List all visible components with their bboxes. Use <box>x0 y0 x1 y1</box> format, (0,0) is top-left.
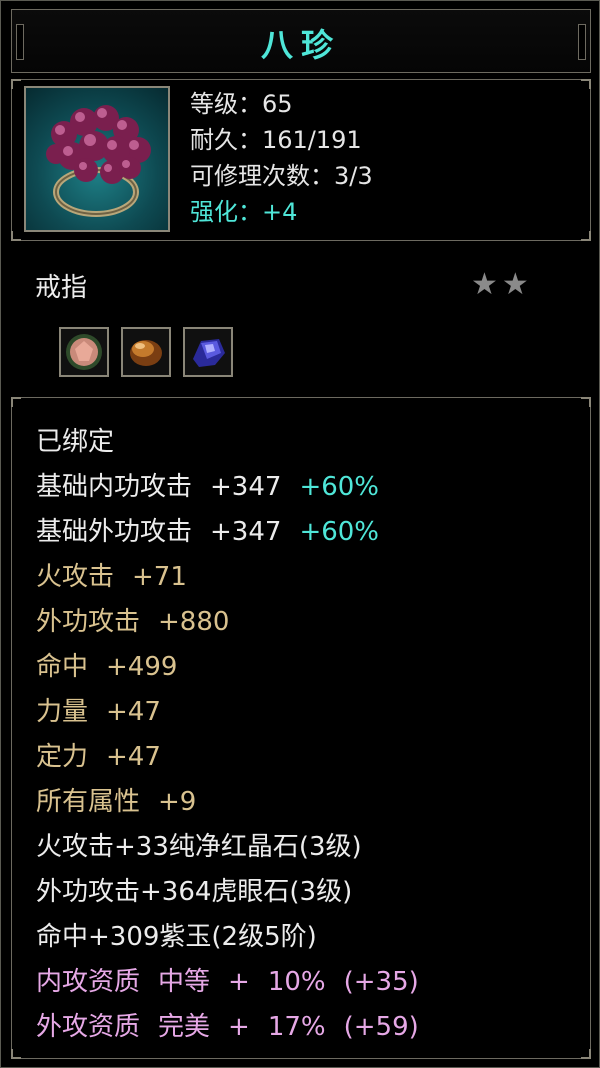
quality-percent: 17% <box>267 1012 326 1042</box>
attr-base-outer-attack: 基础外功攻击 +347 +60% <box>36 510 419 555</box>
attr-label: 基础内功攻击 <box>36 472 193 502</box>
info-panel: 等级：65 耐久：161/191 可修理次数：3/3 强化：+4 <box>11 79 591 241</box>
attribute-panel: 已绑定 基础内功攻击 +347 +60% 基础外功攻击 +347 +60% 火攻击 +71… <box>11 397 591 1059</box>
enhance-text: 强化：+4 <box>190 198 298 226</box>
title-bar: 八珍 <box>11 9 591 73</box>
quality-plus: + <box>228 1012 250 1042</box>
attr-bonus: +60% <box>299 472 380 502</box>
item-title: 八珍 <box>260 26 341 64</box>
quality-label: 外攻资质 <box>36 1012 141 1042</box>
attr-bonus: +60% <box>299 517 380 547</box>
corner-ornament <box>11 79 21 89</box>
attr-label: 力量 <box>36 697 89 727</box>
attr-label: 命中 <box>36 652 89 682</box>
attr-outer-attack: 外功攻击 +880 <box>36 600 419 645</box>
corner-ornament <box>11 397 21 407</box>
item-tooltip: 八珍 等级：65 耐久：161/191 可修理次数：3/3 强化：+4 戒指 ★… <box>0 0 600 1068</box>
quality-percent: 10% <box>267 967 326 997</box>
star-rating: ★ ★ <box>471 267 533 302</box>
attr-value: +9 <box>158 787 197 817</box>
attr-value: +47 <box>106 742 161 772</box>
attr-label: 火攻击 <box>36 562 115 592</box>
attr-value: +880 <box>158 607 230 637</box>
tiger-eye-icon[interactable] <box>121 327 171 377</box>
attr-accuracy: 命中 +499 <box>36 645 419 690</box>
quality-inner-attack: 内攻资质 中等 +10% (+35) <box>36 960 419 1005</box>
corner-ornament <box>581 1049 591 1059</box>
quality-grade: 中等 <box>158 967 211 997</box>
attr-label: 外功攻击 <box>36 607 141 637</box>
attr-value: +347 <box>210 472 282 502</box>
level-text: 等级：65 <box>190 90 293 118</box>
bound-status: 已绑定 <box>36 427 115 457</box>
item-stats: 等级：65 耐久：161/191 可修理次数：3/3 强化：+4 <box>190 86 373 230</box>
attr-strength: 力量 +47 <box>36 690 419 735</box>
attr-value: +47 <box>106 697 161 727</box>
item-type: 戒指 <box>35 273 88 303</box>
corner-ornament <box>11 231 21 241</box>
attr-value: +347 <box>210 517 282 547</box>
attr-label: 定力 <box>36 742 89 772</box>
quality-outer-attack: 外攻资质 完美 +17% (+59) <box>36 1005 419 1050</box>
attr-label: 所有属性 <box>36 787 141 817</box>
gem-bonus-outer: 外功攻击+364虎眼石(3级) <box>36 877 353 907</box>
attr-value: +71 <box>132 562 187 592</box>
corner-ornament <box>581 231 591 241</box>
attr-value: +499 <box>106 652 178 682</box>
attr-base-inner-attack: 基础内功攻击 +347 +60% <box>36 465 419 510</box>
quality-extra: (+59) <box>343 1012 419 1042</box>
gem-bonus-fire: 火攻击+33纯净红晶石(3级) <box>36 832 362 862</box>
star-icon: ★ <box>471 267 498 302</box>
repair-count-text: 可修理次数：3/3 <box>190 162 373 190</box>
attr-fire-attack: 火攻击 +71 <box>36 555 419 600</box>
durability-text: 耐久：161/191 <box>190 126 362 154</box>
attr-focus: 定力 +47 <box>36 735 419 780</box>
corner-ornament <box>581 397 591 407</box>
quality-extra: (+35) <box>343 967 419 997</box>
quality-grade: 完美 <box>158 1012 211 1042</box>
gem-bonus-accuracy: 命中+309紫玉(2级5阶) <box>36 922 317 952</box>
star-icon: ★ <box>501 267 529 302</box>
attribute-list: 已绑定 基础内功攻击 +347 +60% 基础外功攻击 +347 +60% 火攻击 +71… <box>36 420 419 1050</box>
corner-ornament <box>581 79 591 89</box>
quality-plus: + <box>228 967 250 997</box>
ring-icon[interactable] <box>24 86 170 232</box>
attr-all-attributes: 所有属性 +9 <box>36 780 419 825</box>
corner-ornament <box>11 1049 21 1059</box>
attr-label: 基础外功攻击 <box>36 517 193 547</box>
purple-jade-icon[interactable] <box>183 327 233 377</box>
red-gem-icon[interactable] <box>59 327 109 377</box>
quality-label: 内攻资质 <box>36 967 141 997</box>
